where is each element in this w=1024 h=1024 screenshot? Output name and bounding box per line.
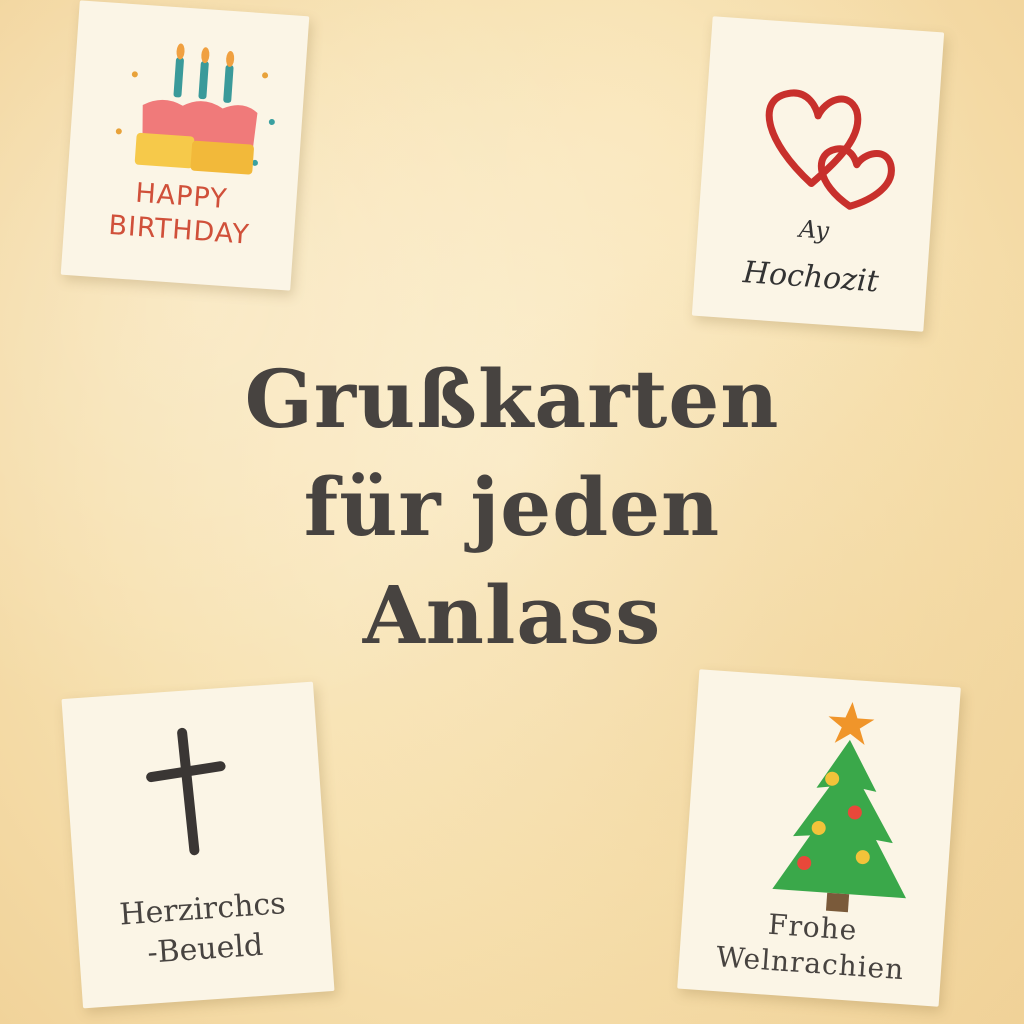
birthday-cake-icon xyxy=(115,43,275,175)
title-line1: Grußkarten xyxy=(244,352,780,446)
wedding-line2: Hochozit xyxy=(741,255,880,300)
sympathy-caption: Herzirchcs -Beueld xyxy=(75,881,332,978)
christmas-card: Frohe Welnrachien xyxy=(677,669,961,1007)
christmas-tree-icon xyxy=(772,702,907,913)
birthday-card: HAPPY BIRTHDAY xyxy=(60,0,310,291)
double-heart-icon xyxy=(765,89,895,210)
page-title: Grußkarten für jeden Anlass xyxy=(112,345,912,669)
title-line3: Anlass xyxy=(362,568,662,662)
birthday-caption: HAPPY BIRTHDAY xyxy=(63,172,297,256)
title-line2: für jeden xyxy=(303,460,721,554)
sympathy-card: Herzirchcs -Beueld xyxy=(61,681,335,1009)
cross-icon xyxy=(146,727,226,856)
wedding-card: Ay Hochozit xyxy=(691,16,945,332)
